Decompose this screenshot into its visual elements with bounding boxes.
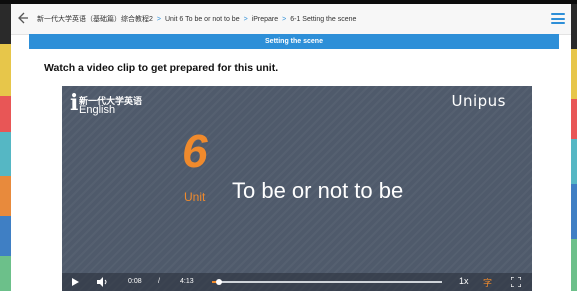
section-title-bar: Setting the scene xyxy=(29,34,559,49)
breadcrumb-bar: 新一代大学英语（基础篇）综合教程2 > Unit 6 To be or not to… xyxy=(11,4,571,35)
instruction-text: Watch a video clip to get prepared for t… xyxy=(44,62,279,74)
subtitle-button[interactable]: 字 xyxy=(483,276,492,289)
duration: 4:13 xyxy=(180,278,194,285)
video-controls: 0:08 / 4:13 1x 字 xyxy=(62,273,532,291)
unit-label: Unit xyxy=(184,190,206,204)
right-color-strip xyxy=(571,4,577,291)
breadcrumb-separator: > xyxy=(243,16,248,23)
publisher-logo: Unipus xyxy=(451,92,506,110)
left-color-strip xyxy=(0,4,11,291)
breadcrumb-item-current: 6-1 Setting the scene xyxy=(290,16,357,23)
breadcrumb-separator: > xyxy=(282,16,287,23)
logo-letter: i xyxy=(70,90,79,116)
unit-number: 6 xyxy=(182,125,208,177)
breadcrumb-separator: > xyxy=(156,16,161,23)
playback-speed-button[interactable]: 1x xyxy=(459,276,469,286)
current-time: 0:08 xyxy=(128,278,142,285)
logo-english-text: English xyxy=(79,104,116,116)
volume-icon[interactable] xyxy=(96,276,108,288)
time-separator: / xyxy=(158,278,160,285)
video-player[interactable]: i 新一代大学英语 English Unipus 6 Unit To be or… xyxy=(62,86,532,291)
seek-bar[interactable] xyxy=(212,279,442,285)
seek-bar-handle[interactable] xyxy=(216,279,223,285)
breadcrumb-item-course[interactable]: 新一代大学英语（基础篇）综合教程2 xyxy=(37,16,153,23)
breadcrumb-item-unit[interactable]: Unit 6 To be or not to be xyxy=(165,16,240,23)
breadcrumb: 新一代大学英语（基础篇）综合教程2 > Unit 6 To be or not to… xyxy=(37,14,356,24)
play-icon[interactable] xyxy=(72,278,79,286)
breadcrumb-item-section[interactable]: iPrepare xyxy=(252,16,278,23)
hamburger-menu-icon[interactable] xyxy=(551,13,565,24)
unit-title: To be or not to be xyxy=(232,178,404,203)
fullscreen-icon[interactable] xyxy=(511,277,521,287)
back-arrow-icon[interactable] xyxy=(16,11,30,25)
